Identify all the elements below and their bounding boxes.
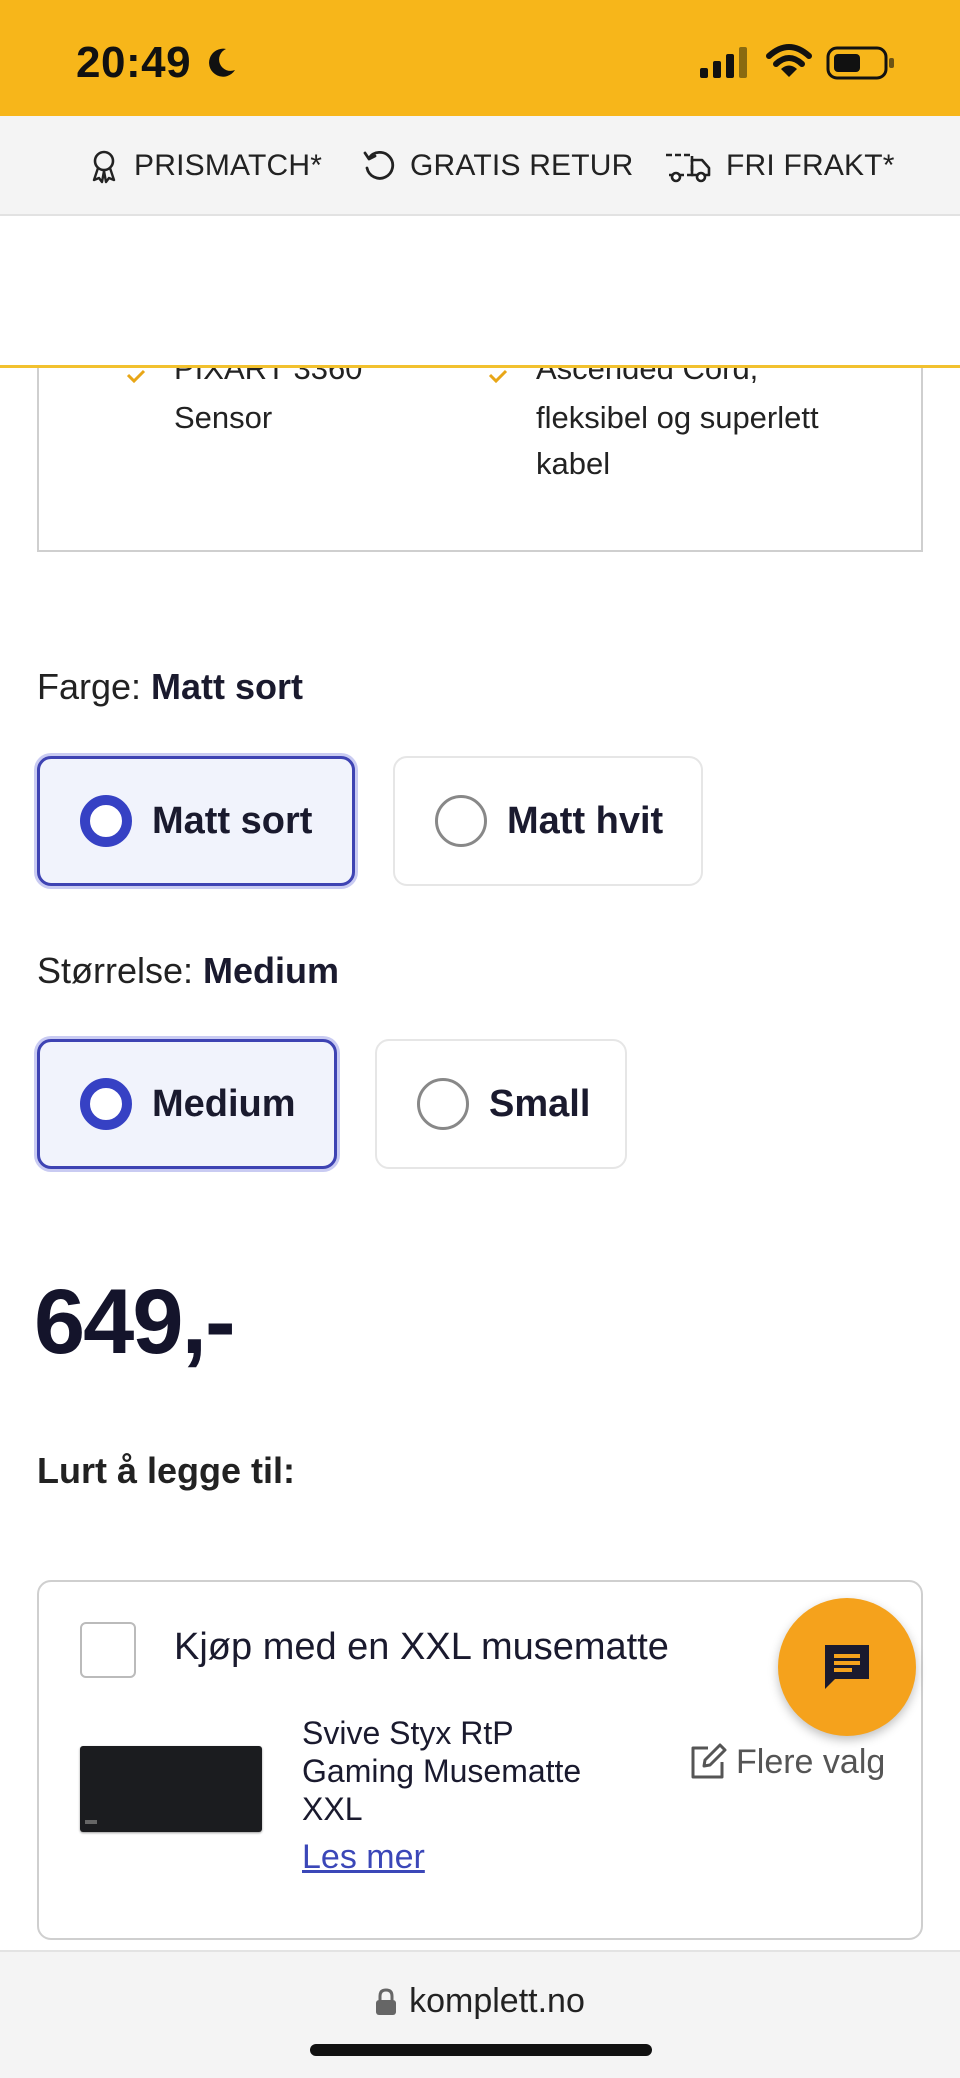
read-more-link[interactable]: Les mer <box>302 1838 425 1877</box>
battery-icon <box>826 46 894 80</box>
chat-icon <box>825 1645 869 1689</box>
addon-product-name: Svive Styx RtP Gaming Musematte XXL <box>302 1715 582 1827</box>
color-option-matt-sort[interactable]: Matt sort <box>37 756 355 886</box>
option-label: Matt hvit <box>507 799 664 842</box>
moon-icon <box>209 48 235 77</box>
more-options-button[interactable]: Flere valg <box>688 1742 885 1782</box>
url-display[interactable]: komplett.no <box>0 1982 960 2021</box>
signal-icon <box>700 47 747 78</box>
status-bar: 20:49 <box>0 0 960 116</box>
size-label: Størrelse: Medium <box>37 950 340 991</box>
radio-icon <box>417 1078 469 1130</box>
usp-bar: PRISMATCH* GRATIS RETUR FRI FRAKT* <box>0 116 960 216</box>
size-option-medium[interactable]: Medium <box>37 1039 337 1169</box>
radio-icon <box>435 795 487 847</box>
usp-label: PRISMATCH* <box>134 149 323 182</box>
usp-free-return[interactable]: GRATIS RETUR <box>362 146 634 186</box>
option-label: Small <box>489 1082 591 1125</box>
usp-free-shipping[interactable]: FRI FRAKT* <box>664 146 895 186</box>
lock-icon <box>376 1987 397 2015</box>
status-time: 20:49 <box>76 38 192 87</box>
mousepad-image <box>80 1746 262 1832</box>
usp-label: GRATIS RETUR <box>410 149 634 182</box>
usp-label: FRI FRAKT* <box>726 149 895 182</box>
color-option-matt-hvit[interactable]: Matt hvit <box>393 756 703 886</box>
home-indicator <box>310 2044 652 2056</box>
option-label: Medium <box>152 1082 296 1125</box>
more-options-label: Flere valg <box>736 1742 886 1781</box>
check-icon <box>126 369 146 383</box>
wifi-icon <box>766 44 812 77</box>
option-label: Matt sort <box>152 799 313 842</box>
browser-url-bar[interactable]: komplett.no <box>0 1950 960 2078</box>
radio-icon <box>80 1078 132 1130</box>
price: 649,- <box>34 1271 236 1373</box>
addon-checkbox[interactable] <box>80 1622 136 1678</box>
check-icon <box>488 369 508 383</box>
url-text: komplett.no <box>409 1982 585 2020</box>
feature-right: fleksibel og superlett kabel <box>536 400 819 481</box>
edit-icon <box>691 1743 727 1779</box>
size-option-small[interactable]: Small <box>375 1039 627 1169</box>
radio-icon <box>80 795 132 847</box>
badge-icon <box>92 150 116 184</box>
addon-heading: Lurt å legge til: <box>37 1450 296 1491</box>
usp-price-match[interactable]: PRISMATCH* <box>88 146 322 186</box>
color-label: Farge: Matt sort <box>37 666 304 707</box>
chat-button[interactable] <box>778 1598 916 1736</box>
feature-left: Sensor <box>174 400 273 435</box>
return-icon <box>363 150 395 180</box>
truck-icon <box>666 153 711 183</box>
addon-title[interactable]: Kjøp med en XXL musematte <box>174 1626 669 1669</box>
